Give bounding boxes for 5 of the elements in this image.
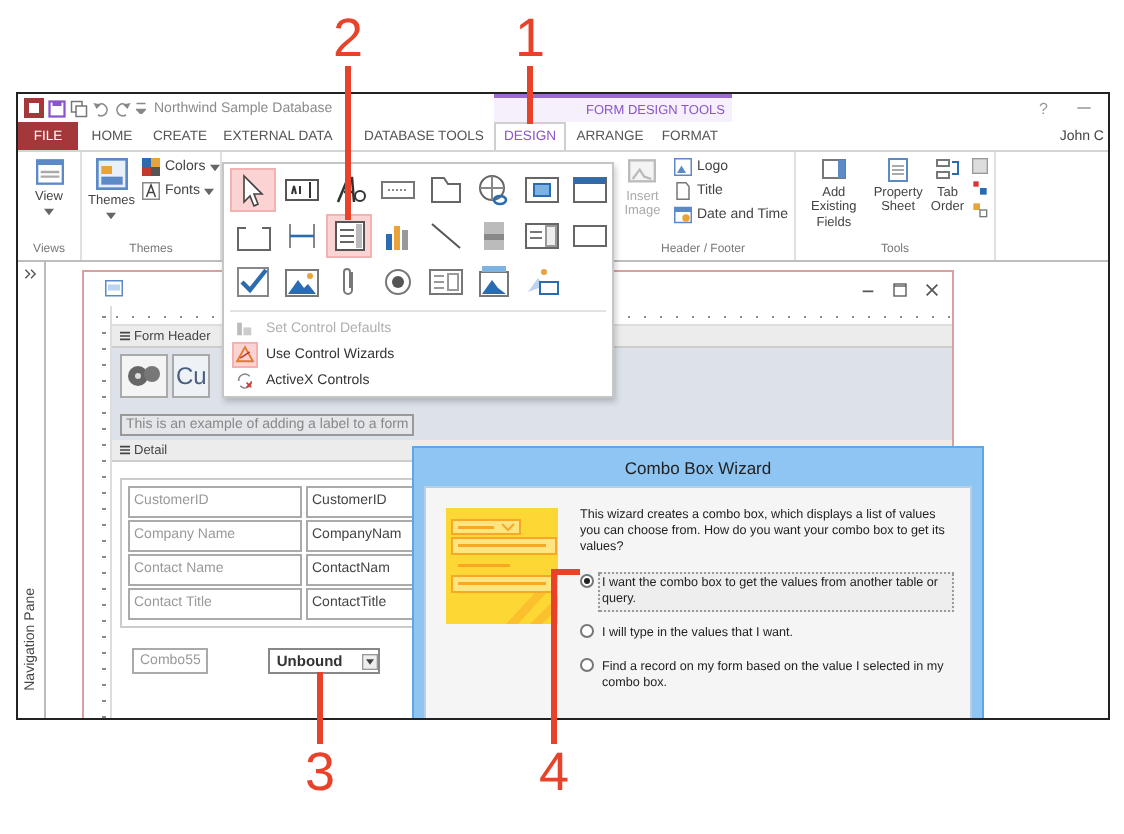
callout-number: 3 (304, 746, 336, 800)
callout-number: 1 (514, 12, 546, 66)
callout-number: 4 (538, 746, 570, 800)
callout-number: 2 (332, 12, 364, 66)
dialog-title: Combo Box Wizard (622, 455, 774, 481)
